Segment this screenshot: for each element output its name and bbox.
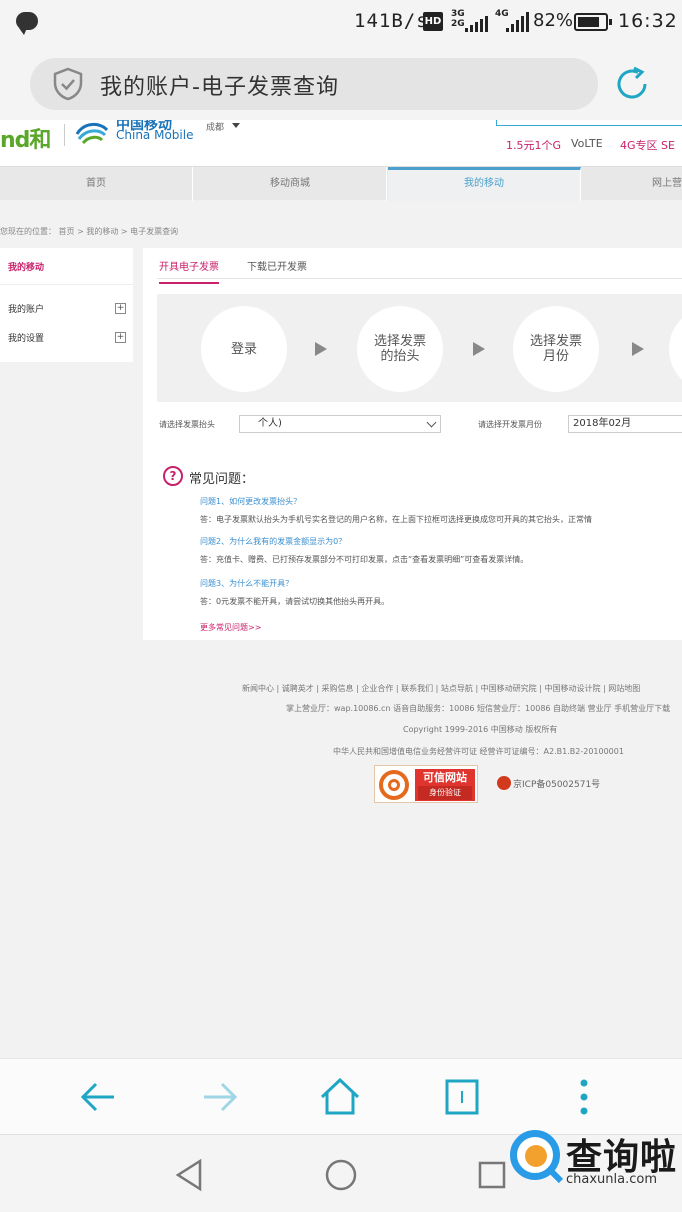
chevron-down-icon xyxy=(426,417,437,428)
police-emblem-icon xyxy=(497,776,511,790)
invoice-month-label: 请选择开发票月份 xyxy=(478,420,542,429)
invoice-panel: 开具电子发票 下载已开发票 登录 选择发票 的抬头 选择发票 月份 请选择发票抬… xyxy=(143,248,682,640)
sidebar: 我的移动 我的账户 + 我的设置 + xyxy=(0,248,133,362)
faq-question[interactable]: 问题1、如何更改发票抬头？ xyxy=(200,496,301,507)
step-arrow-icon xyxy=(315,342,327,356)
nav-mall[interactable]: 移动商城 xyxy=(194,167,387,201)
refresh-icon[interactable] xyxy=(612,64,652,104)
step-login: 登录 xyxy=(201,306,287,392)
breadcrumb: 您现在的位置： 首页 > 我的移动 > 电子发票查询 xyxy=(0,227,179,236)
battery-icon xyxy=(574,13,612,31)
site-watermark: 查询啦 chaxunla.com xyxy=(506,1126,682,1192)
sidebar-title[interactable]: 我的移动 xyxy=(8,260,44,273)
faq-question[interactable]: 问题2、为什么我有的发票金额显示为0？ xyxy=(200,536,346,547)
footer-service-info: 掌上营业厅：wap.10086.cn 语音自助服务：10086 短信营业厅：10… xyxy=(286,704,671,713)
more-menu-icon[interactable] xyxy=(560,1073,608,1121)
clock: 16:32 xyxy=(618,10,678,32)
net-speed: 141B/s xyxy=(354,10,429,32)
footer-copyright: Copyright 1999-2016 中国移动 版权所有 xyxy=(403,725,558,734)
tabs-icon[interactable] xyxy=(438,1073,486,1121)
watermark-en: chaxunla.com xyxy=(566,1172,657,1187)
security-shield-icon xyxy=(53,67,83,101)
home-icon[interactable] xyxy=(316,1073,364,1121)
brand-en: China Mobile xyxy=(116,128,194,142)
faq-answer: 答：0元发票不能开具，请尝试切换其他抬头再开具。 xyxy=(200,597,390,606)
promo-box xyxy=(496,120,682,126)
nav-online-hall[interactable]: 网上营 xyxy=(582,167,682,201)
sim2-signal-icon xyxy=(506,12,529,32)
step-arrow-icon xyxy=(473,342,485,356)
nav-my-mobile[interactable]: 我的移动 xyxy=(388,167,581,201)
magnifier-logo-icon xyxy=(510,1130,560,1180)
main-nav: 首页 移动商城 我的移动 网上营 xyxy=(0,166,682,201)
more-faq-link[interactable]: 更多常见问题>> xyxy=(200,622,261,633)
nav-home-icon[interactable] xyxy=(321,1155,361,1195)
sim1-signal-icon xyxy=(465,12,488,32)
faq-title: 常见问题： xyxy=(189,472,255,487)
sim1-network-type: 3G 2G xyxy=(451,9,465,29)
hd-voice-icon: HD xyxy=(423,12,443,31)
logo-divider xyxy=(64,124,65,146)
expand-plus-icon[interactable]: + xyxy=(115,303,126,314)
page-title: 我的账户-电子发票查询 xyxy=(100,75,339,100)
step-arrow-icon xyxy=(632,342,644,356)
chevron-down-icon[interactable] xyxy=(232,123,240,128)
invoice-title-select[interactable]: 个人) xyxy=(239,415,441,433)
promo-volte[interactable]: VoLTE xyxy=(571,137,603,150)
nav-back-icon[interactable] xyxy=(170,1155,210,1195)
promo-data-plan[interactable]: 1.5元1个G xyxy=(506,137,561,153)
city-selector[interactable]: 成都 xyxy=(206,120,224,133)
help-question-icon: ? xyxy=(163,466,183,486)
sidebar-item-my-account[interactable]: 我的账户 xyxy=(8,302,44,315)
sidebar-item-my-settings[interactable]: 我的设置 xyxy=(8,331,44,344)
sidebar-divider xyxy=(0,284,133,285)
tab-issue-invoice[interactable]: 开具电子发票 xyxy=(159,258,219,284)
status-bar: 141B/s HD 3G 2G 4G 82% 16:32 xyxy=(0,0,682,50)
icp-number[interactable]: 京ICP备05002571号 xyxy=(513,777,600,790)
badge-text: 可信网站 身份验证 xyxy=(415,769,475,801)
step-next xyxy=(669,306,682,392)
tabs-divider xyxy=(157,278,682,279)
invoice-title-label: 请选择发票抬头 xyxy=(159,420,215,429)
faq-answer: 答：充值卡、赠费、已打预存发票部分不可打印发票，点击“查看发票明细”可查看发票详… xyxy=(200,555,529,564)
trusted-site-badge[interactable]: 可信网站 身份验证 xyxy=(374,765,478,803)
battery-percent: 82% xyxy=(533,10,574,31)
back-arrow-icon[interactable] xyxy=(74,1073,122,1121)
address-bar: 我的账户-电子发票查询 xyxy=(0,50,682,120)
china-mobile-logo-icon[interactable] xyxy=(74,120,110,146)
footer-links[interactable]: 新闻中心 | 诚聘英才 | 采购信息 | 企业合作 | 联系我们 | 站点导航 … xyxy=(242,683,682,694)
trusted-site-icon xyxy=(379,770,409,800)
web-page: nd和 中国移动 China Mobile 成都 1.5元1个G VoLTE 4… xyxy=(0,120,682,1058)
footer-license: 中华人民共和国增值电信业务经营许可证 经营许可证编号：A2.B1.B2-2010… xyxy=(333,747,624,756)
nav-home[interactable]: 首页 xyxy=(0,167,193,201)
faq-answer: 答：电子发票默认抬头为手机号实名登记的用户名称，在上面下拉框可选择更换成您可开具… xyxy=(200,515,592,524)
invoice-month-select[interactable]: 2018年02月 xyxy=(568,415,682,433)
step-select-month: 选择发票 月份 xyxy=(513,306,599,392)
step-select-title: 选择发票 的抬头 xyxy=(357,306,443,392)
steps-flow: 登录 选择发票 的抬头 选择发票 月份 xyxy=(157,294,682,402)
site-header: nd和 中国移动 China Mobile 成都 1.5元1个G VoLTE 4… xyxy=(0,120,682,166)
tab-download-invoice[interactable]: 下载已开发票 xyxy=(247,258,307,273)
forward-arrow-icon[interactable] xyxy=(196,1073,244,1121)
expand-plus-icon[interactable]: + xyxy=(115,332,126,343)
brand-he-logo[interactable]: nd和 xyxy=(0,122,51,154)
browser-toolbar xyxy=(0,1058,682,1134)
promo-4g-zone[interactable]: 4G专区 SE xyxy=(620,137,675,153)
faq-question[interactable]: 问题3、为什么不能开具？ xyxy=(200,578,293,589)
chat-notification-icon xyxy=(16,12,38,35)
